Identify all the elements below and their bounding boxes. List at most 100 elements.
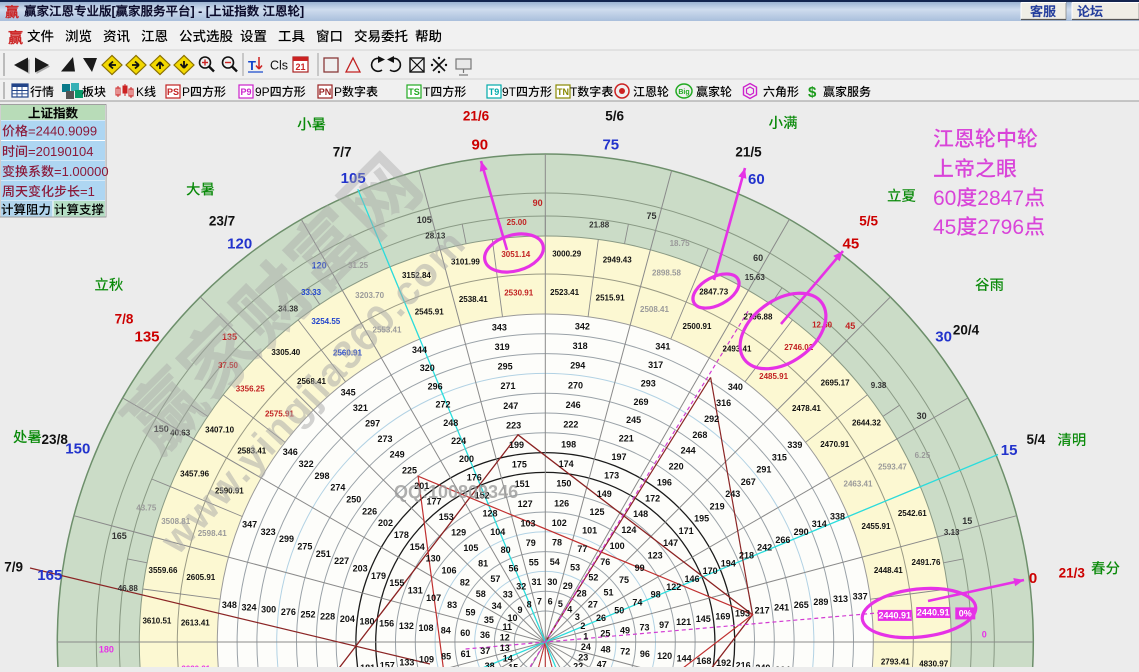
svg-text:8: 8: [527, 600, 532, 610]
svg-text:216: 216: [736, 661, 751, 668]
svg-text:130: 130: [426, 554, 441, 564]
svg-text:2793.41: 2793.41: [881, 657, 910, 666]
svg-text:2493.41: 2493.41: [723, 345, 752, 354]
svg-text:=1: =1: [80, 184, 95, 199]
svg-text:4830.97: 4830.97: [919, 659, 948, 667]
svg-text:25.00: 25.00: [507, 218, 528, 227]
svg-text:122: 122: [666, 582, 681, 592]
svg-text:105: 105: [417, 215, 432, 225]
svg-text:T: T: [248, 58, 256, 73]
svg-text:274: 274: [330, 483, 345, 493]
svg-text:2440.91: 2440.91: [879, 610, 912, 620]
svg-text:105: 105: [463, 543, 478, 553]
svg-text:5: 5: [558, 599, 563, 609]
svg-text:54: 54: [550, 557, 560, 567]
svg-text:249: 249: [390, 450, 405, 460]
svg-text:25: 25: [600, 628, 610, 638]
svg-text:2523.41: 2523.41: [550, 288, 579, 297]
svg-text:52: 52: [588, 573, 598, 583]
svg-text:PN: PN: [319, 87, 332, 97]
svg-text:24: 24: [581, 642, 591, 652]
svg-text:219: 219: [710, 501, 725, 511]
svg-text:272: 272: [435, 400, 450, 410]
svg-text:72: 72: [620, 647, 630, 657]
svg-text:150: 150: [556, 479, 571, 489]
svg-text:313: 313: [833, 594, 848, 604]
svg-text:2440.91: 2440.91: [917, 608, 950, 618]
svg-text:51: 51: [603, 587, 613, 597]
svg-text:120: 120: [227, 236, 252, 253]
svg-text:173: 173: [604, 470, 619, 480]
svg-text:106: 106: [441, 565, 456, 575]
svg-text:147: 147: [663, 538, 678, 548]
svg-text:T: T: [570, 85, 578, 99]
svg-text:192: 192: [716, 658, 731, 667]
svg-text:198: 198: [561, 439, 576, 449]
svg-text:226: 226: [362, 506, 377, 516]
svg-text:T9: T9: [489, 87, 500, 97]
svg-text:318: 318: [573, 341, 588, 351]
svg-text:3559.66: 3559.66: [149, 566, 178, 575]
svg-text:31: 31: [531, 577, 541, 587]
svg-text:81: 81: [478, 559, 488, 569]
svg-text:2455.91: 2455.91: [862, 522, 891, 531]
svg-text:9P: 9P: [255, 85, 270, 99]
svg-text:275: 275: [297, 542, 312, 552]
svg-text:168: 168: [696, 656, 711, 666]
svg-text:267: 267: [741, 477, 756, 487]
svg-text:2796: 2796: [977, 216, 1024, 239]
svg-text:165: 165: [112, 531, 127, 541]
svg-text:340: 340: [728, 382, 743, 392]
svg-text:45: 45: [843, 236, 860, 253]
svg-text:32: 32: [516, 582, 526, 592]
svg-text:194: 194: [721, 558, 736, 568]
svg-text:321: 321: [353, 403, 368, 413]
svg-text:33.33: 33.33: [301, 288, 322, 297]
svg-text:2613.41: 2613.41: [181, 619, 210, 628]
svg-text:343: 343: [492, 322, 507, 332]
svg-text:36: 36: [480, 630, 490, 640]
svg-text:4: 4: [567, 604, 572, 614]
svg-text:Cls: Cls: [270, 59, 288, 73]
svg-text:144: 144: [677, 654, 692, 664]
svg-text:195: 195: [694, 514, 709, 524]
svg-text:56: 56: [508, 563, 518, 573]
svg-text:21.88: 21.88: [589, 221, 610, 230]
svg-text:131: 131: [408, 586, 423, 596]
svg-text:228: 228: [320, 612, 335, 622]
svg-text:98: 98: [651, 590, 661, 600]
svg-text:2515.91: 2515.91: [596, 294, 625, 303]
svg-text:248: 248: [443, 418, 458, 428]
svg-text:60: 60: [460, 628, 470, 638]
svg-text:120: 120: [657, 651, 672, 661]
svg-text:148: 148: [633, 509, 648, 519]
svg-text:7/7: 7/7: [333, 144, 352, 159]
svg-text:60: 60: [748, 171, 765, 188]
svg-text:60: 60: [753, 253, 763, 263]
svg-text:271: 271: [500, 381, 515, 391]
svg-text:171: 171: [679, 526, 694, 536]
svg-text:107: 107: [426, 593, 441, 603]
svg-text:245: 245: [626, 415, 641, 425]
svg-text:43.75: 43.75: [136, 504, 157, 513]
svg-text:317: 317: [648, 360, 663, 370]
svg-text:223: 223: [506, 420, 521, 430]
svg-text:83: 83: [447, 600, 457, 610]
svg-text:322: 322: [299, 459, 314, 469]
svg-text:127: 127: [518, 499, 533, 509]
svg-text:108: 108: [418, 623, 433, 633]
svg-text:109: 109: [419, 655, 434, 665]
svg-text:291: 291: [756, 465, 771, 475]
svg-text:169: 169: [715, 611, 730, 621]
svg-text:9: 9: [517, 605, 522, 615]
svg-text:149: 149: [597, 489, 612, 499]
svg-text:21/6: 21/6: [463, 109, 490, 124]
svg-text:21: 21: [295, 62, 305, 72]
svg-text:QQ:100809346: QQ:100809346: [394, 482, 518, 502]
svg-text:2949.43: 2949.43: [603, 256, 632, 265]
svg-text:P: P: [334, 85, 342, 99]
svg-text:78: 78: [552, 538, 562, 548]
svg-text:3: 3: [575, 612, 580, 622]
svg-text:290: 290: [794, 527, 809, 537]
svg-text:49: 49: [620, 626, 630, 636]
